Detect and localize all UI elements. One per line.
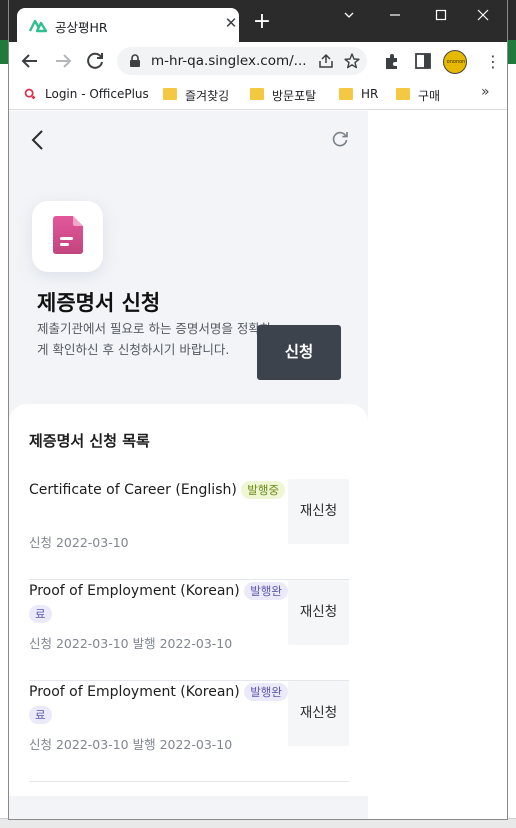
profile-avatar-text: ononon [446, 59, 466, 65]
url-text[interactable]: m-hr-qa.singlex.com/... [151, 53, 307, 69]
bookmarks-overflow-button[interactable]: » [481, 84, 490, 100]
reapply-button[interactable]: 재신청 [288, 580, 349, 645]
folder-icon [163, 88, 177, 100]
list-item: Proof of Employment (Korean) 발행완료 신청 202… [29, 580, 349, 681]
lock-icon[interactable] [129, 54, 141, 68]
new-tab-button[interactable]: + [252, 11, 272, 33]
bookmark-label: HR [361, 87, 379, 101]
tab-close-icon[interactable]: ✕ [223, 15, 239, 31]
tab-search-button[interactable] [327, 0, 373, 32]
browser-window: 공상평HR ✕ + m-hr-qa.singlex.com/... ononon… [8, 0, 508, 820]
reapply-button[interactable]: 재신청 [288, 479, 349, 544]
folder-icon [250, 88, 264, 100]
close-icon [477, 9, 489, 21]
browser-tab[interactable]: 공상평HR ✕ [17, 8, 239, 42]
certificate-name: Certificate of Career (English) 발행중 [29, 479, 289, 502]
address-bar[interactable]: m-hr-qa.singlex.com/... [117, 47, 367, 75]
request-date: 신청 2022-03-10 [29, 535, 129, 550]
reapply-button[interactable]: 재신청 [288, 681, 349, 746]
list-title: 제증명서 신청 목록 [29, 432, 150, 450]
maximize-button[interactable] [419, 0, 465, 32]
document-icon [53, 216, 83, 254]
page-description: 제출기관에서 필요로 하는 증명서명을 정확하게 확인하신 후 신청하시기 바랍… [37, 321, 272, 357]
minimize-button[interactable] [373, 0, 419, 32]
bookmark-label: 즐겨찾깅 [185, 89, 230, 103]
reload-icon[interactable] [84, 50, 106, 72]
browser-titlebar: 공상평HR ✕ + [9, 0, 507, 42]
forward-arrow-icon[interactable] [52, 50, 74, 72]
certificate-title: Proof of Employment (Korean) [29, 583, 240, 599]
empty-desktop-area [368, 111, 507, 819]
bookmark-star-icon[interactable] [343, 52, 361, 70]
share-icon[interactable] [317, 52, 335, 70]
status-badge: 발행중 [241, 481, 286, 499]
request-list-card: 제증명서 신청 목록 Certificate of Career (Englis… [9, 404, 368, 796]
officeplus-icon [24, 88, 36, 100]
page-title: 제증명서 신청 [37, 291, 161, 315]
document-icon-tile [32, 201, 103, 272]
page-bottom-band [9, 796, 368, 819]
bookmarks-bar: Login - OfficePlus 즐겨찾깅 방문포탈 HR 구매 [9, 80, 507, 110]
certificate-title: Certificate of Career (English) [29, 482, 237, 498]
desktop-background [508, 40, 516, 64]
desktop-background [0, 40, 8, 64]
extensions-puzzle-icon[interactable] [382, 51, 402, 71]
minimize-icon [390, 14, 400, 16]
folder-icon [396, 88, 410, 100]
apply-button[interactable]: 신청 [257, 325, 341, 380]
bookmark-label: 구매 [418, 89, 441, 103]
bookmark-label: Login - OfficePlus [45, 87, 149, 101]
chevron-down-icon [344, 12, 354, 18]
list-item: Certificate of Career (English) 발행중 신청 2… [29, 479, 349, 580]
tab-title: 공상평HR [55, 20, 108, 35]
browser-toolbar: m-hr-qa.singlex.com/... [9, 42, 507, 80]
back-arrow-icon[interactable] [19, 50, 41, 72]
certificate-name: Proof of Employment (Korean) 발행완료 [29, 681, 289, 727]
maximize-icon [435, 9, 447, 21]
request-date: 신청 2022-03-10 발행 2022-03-10 [29, 636, 233, 651]
list-item: Proof of Employment (Korean) 발행완료 신청 202… [29, 681, 349, 782]
folder-icon [339, 88, 353, 100]
close-window-button[interactable] [461, 0, 507, 32]
browser-menu-icon[interactable]: ⋮ [485, 52, 501, 72]
certificate-name: Proof of Employment (Korean) 발행완료 [29, 580, 289, 626]
bookmark-label: 방문포탈 [272, 89, 317, 103]
app-logo-icon [29, 19, 47, 33]
page-viewport: 제증명서 신청 제출기관에서 필요로 하는 증명서명을 정확하게 확인하신 후 … [9, 111, 507, 819]
profile-avatar[interactable]: ononon [443, 50, 467, 74]
side-panel-icon[interactable] [413, 51, 433, 71]
certificate-title: Proof of Employment (Korean) [29, 684, 240, 700]
mobile-page: 제증명서 신청 제출기관에서 필요로 하는 증명서명을 정확하게 확인하신 후 … [9, 111, 368, 819]
chevron-left-icon[interactable] [29, 129, 47, 151]
refresh-icon[interactable] [331, 130, 349, 148]
request-date: 신청 2022-03-10 발행 2022-03-10 [29, 737, 233, 752]
